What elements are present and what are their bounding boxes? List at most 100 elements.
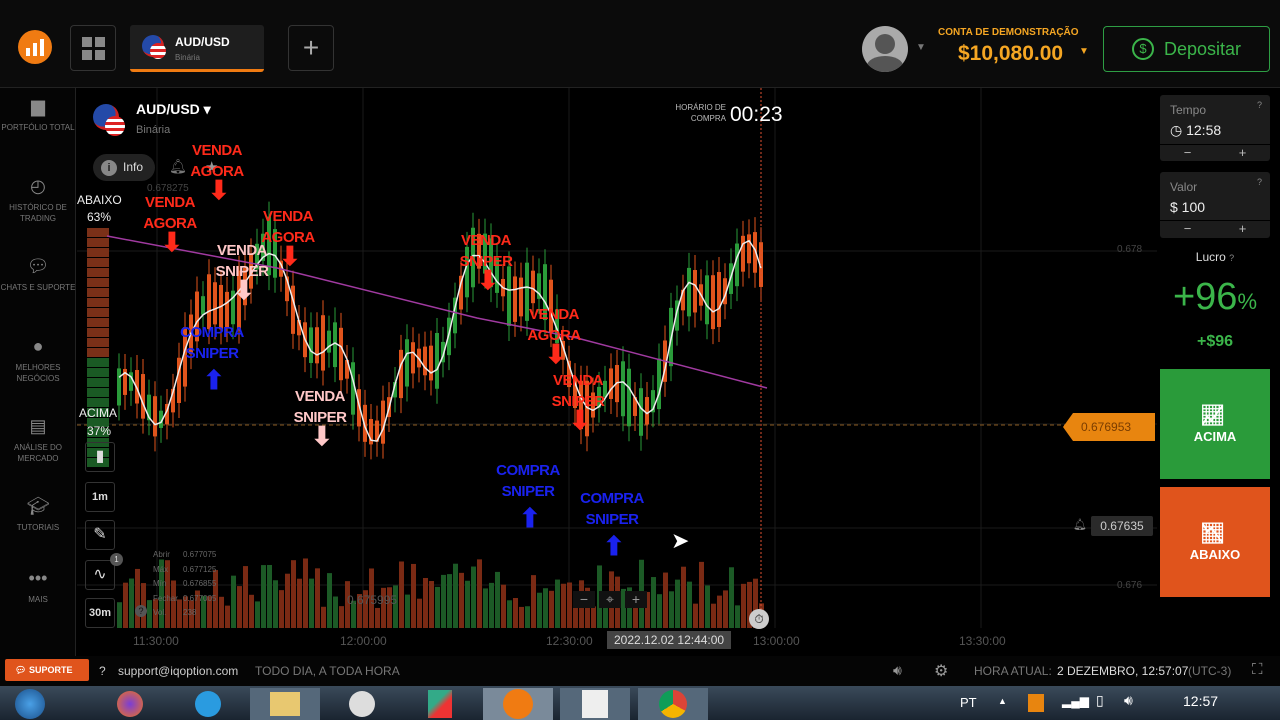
paint-icon[interactable] [327, 688, 397, 720]
volume-bar [261, 565, 266, 628]
candle-interval-button[interactable]: 1m [85, 482, 115, 512]
telegram-icon[interactable] [173, 688, 243, 720]
chevron-down-icon[interactable]: ▼ [916, 42, 926, 53]
support-hours: TODO DIA, A TODA HORA [255, 664, 400, 678]
zoom-in-button[interactable]: + [625, 591, 647, 608]
history-icon: ◴ [30, 176, 46, 196]
asset-tab-audusd[interactable]: AUD/USD Binária [130, 25, 264, 72]
alert-price-tag[interactable]: 0.67635 [1091, 516, 1153, 536]
amount-decrease-button[interactable]: − [1160, 221, 1215, 238]
help-icon[interactable]: ? [1257, 177, 1262, 187]
candle [693, 270, 697, 313]
candle [399, 349, 403, 399]
balance-chevron-icon[interactable]: ▼ [1079, 46, 1089, 57]
candle [327, 330, 331, 353]
acima-button[interactable]: 📈︎ ACIMA [1160, 369, 1270, 479]
volume-bar [537, 592, 542, 628]
start-button[interactable] [0, 688, 60, 720]
network-icon[interactable]: ▂▄▆ [1062, 694, 1089, 708]
candle [711, 275, 715, 330]
time-increase-button[interactable]: + [1215, 145, 1270, 162]
volume-bar [717, 595, 722, 628]
zoom-out-button[interactable]: − [573, 591, 595, 608]
chart-type-button[interactable]: ▮ [85, 442, 115, 472]
amount-input[interactable]: $ 100 [1160, 194, 1270, 220]
sidebar-item-portfolio[interactable]: ▆ PORTFÓLIO TOTAL [0, 96, 76, 133]
apps-grid-button[interactable] [70, 25, 116, 71]
fullscreen-icon[interactable]: ⛶ [1252, 661, 1263, 678]
arrow-down-icon: ⬇ [208, 175, 230, 205]
expiry-timer-icon: ⏱ [749, 609, 769, 629]
abaixo-label: ABAIXO [77, 193, 122, 207]
iqoption-taskbar-icon[interactable] [483, 688, 553, 720]
center-button[interactable]: ⌖ [599, 591, 621, 608]
taskbar-clock[interactable]: 12:57 [1183, 693, 1218, 709]
maps-icon[interactable] [405, 688, 475, 720]
draw-tool-button[interactable]: ✎ [85, 520, 115, 550]
more-icon: ••• [28, 568, 48, 588]
support-email[interactable]: support@iqoption.com [118, 664, 238, 678]
iqoption-logo[interactable] [18, 30, 52, 64]
language-indicator[interactable]: PT [960, 695, 977, 710]
app-icon[interactable] [560, 688, 630, 720]
volume-bar [591, 606, 596, 628]
volume-icon[interactable]: 🔊︎ [1124, 692, 1133, 709]
sidebar-item-analise[interactable]: ▤ ANÁLISE DO MERCADO [0, 416, 76, 464]
amount-increase-button[interactable]: + [1215, 221, 1270, 238]
volume-bar [501, 584, 506, 628]
volume-bar [423, 577, 428, 628]
deposit-button[interactable]: $ Depositar [1103, 26, 1270, 72]
chrome-icon[interactable] [638, 688, 708, 720]
arrow-down-icon: ⬇ [279, 241, 301, 271]
support-button[interactable]: 💬︎ SUPORTE [5, 659, 89, 681]
balance[interactable]: $10,080.00 [958, 42, 1063, 66]
time-field[interactable]: Tempo ◷ 12:58 − + ? [1160, 95, 1270, 161]
avatar[interactable] [862, 26, 908, 72]
help-icon[interactable]: ? [135, 605, 147, 617]
sidebar-item-historico[interactable]: ◴ HISTÓRICO DE TRADING [0, 176, 76, 224]
profit-value: +$96 [1196, 333, 1234, 350]
account-type-label: CONTA DE DEMONSTRAÇÃO [938, 27, 1079, 38]
sidebar-item-mais[interactable]: ••• MAIS [0, 568, 76, 605]
timeframe-button[interactable]: 30m [85, 598, 115, 628]
alert-bell-icon[interactable]: 🔔︎ [1073, 518, 1087, 531]
sentiment-bar [87, 348, 109, 357]
footer-bar: 💬︎ SUPORTE ? support@iqoption.com TODO D… [0, 656, 1280, 686]
indicators-button[interactable]: ∿ 1 [85, 553, 123, 590]
indicator-badge: 1 [110, 553, 123, 566]
volume-bar [315, 568, 320, 628]
sidebar-item-melhores[interactable]: ● MELHORES NEGÓCIOS [0, 336, 76, 384]
settings-icon[interactable]: ⚙ [934, 661, 948, 681]
candle [645, 397, 649, 425]
sidebar-item-chats[interactable]: 💬︎ CHATS E SUPORTE [0, 256, 76, 293]
arrow-down-icon: ⬇ [477, 265, 499, 295]
sentiment-bar [87, 328, 109, 337]
signal-annotation: VENDA AGORA ⬇ [190, 142, 244, 205]
ohlc-value: 0.676855 [183, 579, 217, 588]
abaixo-button[interactable]: 📉︎ ABAIXO [1160, 487, 1270, 597]
sidebar-item-tutoriais[interactable]: 🎓︎ TUTORIAIS [0, 496, 76, 533]
candle [531, 270, 535, 304]
sentiment-bar [87, 378, 109, 387]
firefox-icon[interactable] [95, 688, 165, 720]
time-decrease-button[interactable]: − [1160, 145, 1215, 162]
tray-app-icon[interactable] [1028, 694, 1044, 712]
candle [321, 315, 325, 371]
amount-field[interactable]: Valor $ 100 − + ? [1160, 172, 1270, 238]
power-icon[interactable]: ▯ [1096, 692, 1104, 709]
help-icon[interactable]: ? [1257, 100, 1262, 110]
candle [141, 374, 145, 419]
volume-bar [267, 564, 272, 628]
chart-area[interactable]: AUD/USD ▾ Binária i Info 🔔︎ ★ 0.678275 HO… [77, 88, 1157, 654]
amount-label: Valor [1170, 180, 1198, 194]
file-explorer-icon[interactable] [250, 688, 320, 720]
volume-bar [339, 606, 344, 628]
sound-icon[interactable]: 🔊︎ [893, 662, 902, 679]
info-button[interactable]: i Info [93, 154, 155, 181]
tray-expand-icon[interactable]: ▲ [998, 696, 1007, 706]
volume-bar [573, 604, 578, 628]
asset-selector[interactable]: AUD/USD ▾ [136, 101, 211, 118]
volume-bar [249, 594, 254, 628]
add-tab-button[interactable]: + [288, 25, 334, 71]
time-value[interactable]: ◷ 12:58 [1160, 117, 1270, 144]
